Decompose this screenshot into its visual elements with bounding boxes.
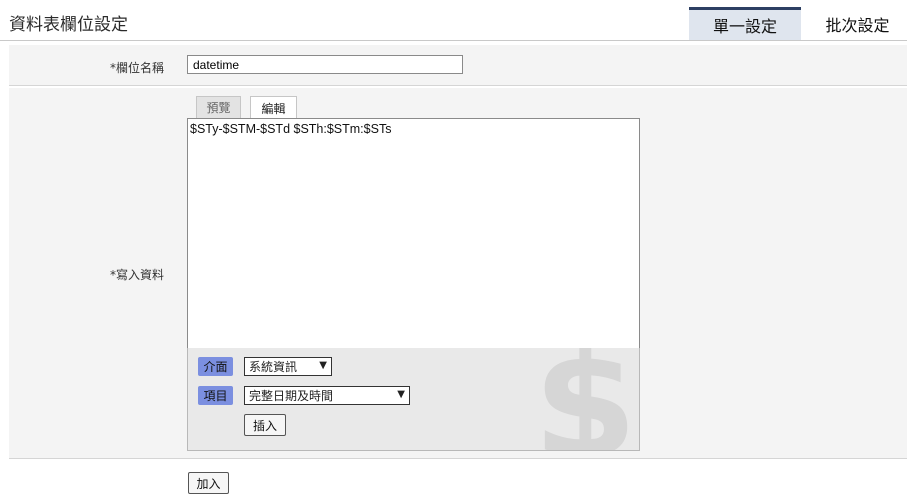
tab-batch-setting[interactable]: 批次設定 [808, 7, 907, 40]
insert-panel: $ 介面 系統資訊 ▼ 項目 完整日期及時間 ▼ 插入 [187, 348, 640, 451]
item-select[interactable]: 完整日期及時間 ▼ [244, 386, 410, 405]
item-label: 項目 [198, 386, 233, 405]
chevron-down-icon: ▼ [319, 360, 327, 371]
data-editor-textarea[interactable]: $STy-$STM-$STd $STh:$STm:$STs [187, 118, 640, 349]
field-name-label: *欄位名稱 [109, 61, 164, 75]
header-bar: 資料表欄位設定 單一設定 批次設定 [0, 0, 907, 41]
page-title: 資料表欄位設定 [9, 15, 128, 35]
interface-select-value: 系統資訊 [249, 360, 298, 374]
tab-single-setting[interactable]: 單一設定 [689, 7, 801, 40]
interface-select[interactable]: 系統資訊 ▼ [244, 357, 332, 376]
item-select-value: 完整日期及時間 [249, 389, 334, 403]
write-data-label: *寫入資料 [109, 268, 164, 282]
chevron-down-icon: ▼ [397, 389, 405, 400]
field-name-input[interactable] [187, 55, 463, 74]
dollar-watermark-icon: $ [533, 348, 638, 451]
add-button[interactable]: 加入 [188, 472, 229, 494]
tab-edit[interactable]: 編輯 [250, 96, 297, 119]
insert-button[interactable]: 插入 [244, 414, 286, 436]
interface-label: 介面 [198, 357, 233, 376]
tab-preview[interactable]: 預覽 [196, 96, 241, 118]
